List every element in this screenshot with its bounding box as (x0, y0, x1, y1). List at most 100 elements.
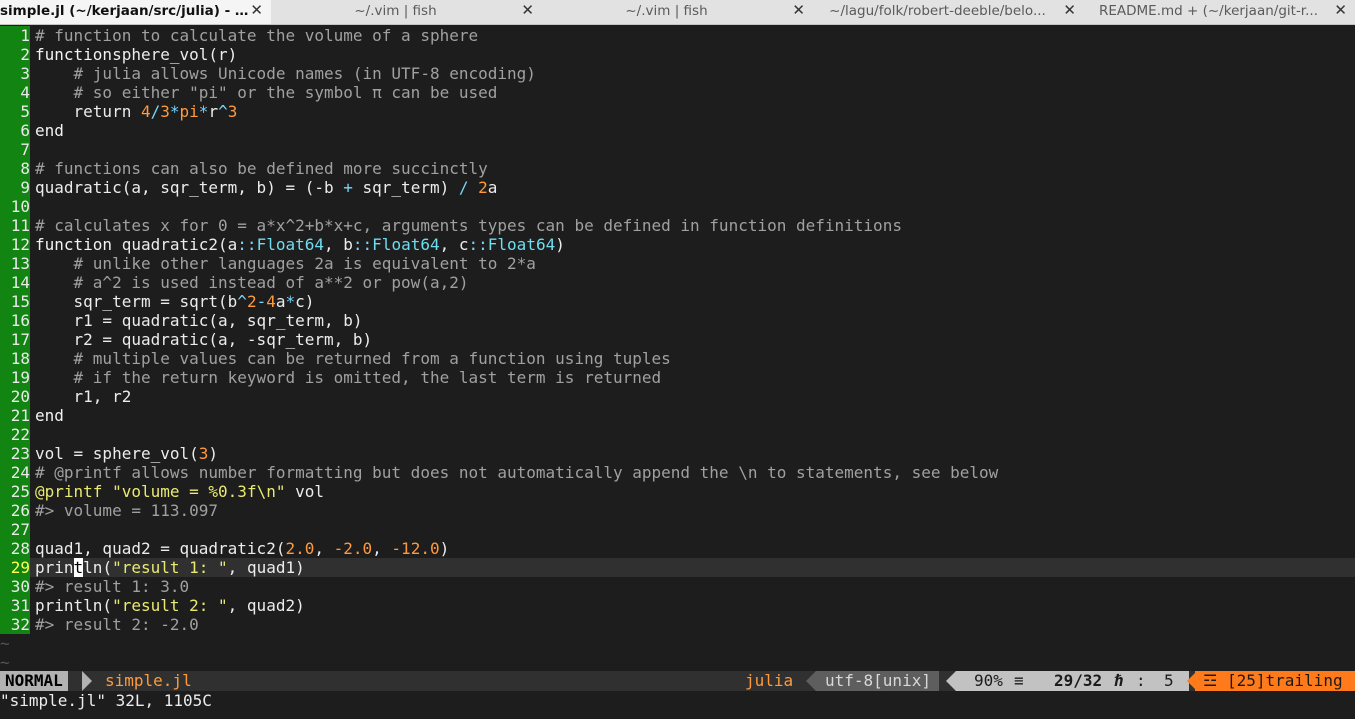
tab-4[interactable]: ~/lagu/folk/robert-deeble/belo... ✕ (813, 0, 1084, 24)
code-text: # @printf allows number formatting but d… (35, 463, 998, 482)
code-token: r1, r2 (35, 387, 132, 406)
code-token: # julia allows Unicode names (in UTF-8 e… (73, 64, 536, 83)
line-number: 32 (0, 615, 30, 634)
code-line[interactable]: 2 functionsphere_vol(r) (0, 45, 1355, 64)
code-line[interactable]: 13 # unlike other languages 2a is equiva… (0, 254, 1355, 273)
tab-2[interactable]: ~/.vim | fish ✕ (271, 0, 542, 24)
tab-title: ~/lagu/folk/robert-deeble/belo... (829, 3, 1046, 19)
code-token: r2 = quadratic(a, -sqr_term, b) (35, 330, 373, 349)
code-line[interactable]: 32 #> result 2: -2.0 (0, 615, 1355, 634)
code-token: - (256, 292, 267, 311)
line-number: 26 (0, 501, 30, 520)
code-token: Float64 (487, 235, 556, 254)
code-line[interactable]: 10 (0, 197, 1355, 216)
code-token: 4 (266, 292, 276, 311)
close-icon[interactable]: ✕ (1063, 1, 1076, 19)
code-token: sphere_vol(r) (112, 45, 238, 64)
code-token: 4 (140, 102, 151, 121)
tab-1[interactable]: simple.jl (~/kerjaan/src/julia) - ... ✕ (0, 0, 271, 24)
status-line: NORMAL simple.jl julia utf-8[unix] 90% ≡… (0, 671, 1355, 691)
code-line[interactable]: 15 sqr_term = sqrt(b^2-4a*c) (0, 292, 1355, 311)
powerline-separator (82, 671, 92, 691)
code-token: 3 (198, 444, 209, 463)
code-token: # a^2 is used instead of a**2 or pow(a,2… (73, 273, 469, 292)
line-number: 2 (0, 45, 30, 64)
line-number: 8 (0, 159, 30, 178)
code-line[interactable]: 3 # julia allows Unicode names (in UTF-8… (0, 64, 1355, 83)
code-text: return 4/3*pi*r^3 (35, 102, 238, 121)
close-icon[interactable]: ✕ (521, 1, 534, 19)
powerline-separator (806, 671, 816, 691)
code-token: , (314, 539, 334, 558)
line-number: 22 (0, 425, 30, 444)
command-line[interactable]: "simple.jl" 32L, 1105C (0, 691, 212, 711)
code-line[interactable]: 26 #> volume = 113.097 (0, 501, 1355, 520)
code-line[interactable]: 19 # if the return keyword is omitted, t… (0, 368, 1355, 387)
code-text: #> result 1: 3.0 (35, 577, 189, 596)
scroll-percent: 90% (974, 671, 1003, 690)
code-text: function quadratic2(a::Float64, b::Float… (35, 235, 565, 254)
code-line[interactable]: 22 (0, 425, 1355, 444)
code-token: #> volume = 113.097 (35, 501, 219, 520)
code-line[interactable]: 8 # functions can also be defined more su… (0, 159, 1355, 178)
tab-5[interactable]: README.md + (~/kerjaan/git-r... ✕ (1084, 0, 1355, 24)
code-token: , quad1) (227, 558, 305, 577)
code-token: + (343, 178, 353, 197)
close-icon[interactable]: ✕ (792, 1, 805, 19)
file-encoding: utf-8[unix] (816, 671, 939, 691)
code-line[interactable]: 17 r2 = quadratic(a, -sqr_term, b) (0, 330, 1355, 349)
code-token: function (35, 235, 113, 254)
empty-buffer-line: ~ (0, 653, 10, 672)
code-line[interactable]: 7 (0, 140, 1355, 159)
code-text: # unlike other languages 2a is equivalen… (35, 254, 536, 273)
code-line[interactable]: 23 vol = sphere_vol(3) (0, 444, 1355, 463)
code-token: a (275, 292, 286, 311)
code-token: Float64 (256, 235, 324, 254)
code-token: quadratic(a, sqr_term, b) = (-b (35, 178, 344, 197)
code-line[interactable]: 12 function quadratic2(a::Float64, b::Flo… (0, 235, 1355, 254)
code-token: / (458, 178, 469, 197)
code-token: :: (352, 235, 373, 254)
code-line[interactable]: 27 (0, 520, 1355, 539)
code-line[interactable]: 25 @printf "volume = %0.3f\n" vol (0, 482, 1355, 501)
code-line[interactable]: 4 # so either "pi" or the symbol π can b… (0, 83, 1355, 102)
code-text: quad1, quad2 = quadratic2(2.0, -2.0, -12… (35, 539, 449, 558)
code-token: sqr_term = sqrt(b (35, 292, 238, 311)
code-line[interactable]: 9 quadratic(a, sqr_term, b) = (-b + sqr_t… (0, 178, 1355, 197)
powerline-separator (946, 671, 956, 691)
file-name: simple.jl (105, 671, 192, 690)
code-token: return (35, 102, 141, 121)
code-text: sqr_term = sqrt(b^2-4a*c) (35, 292, 315, 311)
code-token: :: (468, 235, 488, 254)
close-icon[interactable]: ✕ (250, 1, 263, 19)
code-line[interactable]: 24 # @printf allows number formatting but… (0, 463, 1355, 482)
code-line[interactable]: 1 # function to calculate the volume of a… (0, 26, 1355, 45)
tab-3[interactable]: ~/.vim | fish ✕ (542, 0, 813, 24)
code-text: end (35, 406, 64, 425)
code-token: * (285, 292, 296, 311)
code-line[interactable]: 5 return 4/3*pi*r^3 (0, 102, 1355, 121)
code-line[interactable]: 11 # calculates x for 0 = a*x^2+b*x+c, ar… (0, 216, 1355, 235)
code-token: ln( (83, 558, 113, 577)
code-line[interactable]: 31 println("result 2: ", quad2) (0, 596, 1355, 615)
code-line[interactable]: 21 end (0, 406, 1355, 425)
line-number: 24 (0, 463, 30, 482)
editor[interactable]: 1 # function to calculate the volume of a… (0, 26, 1355, 672)
code-line[interactable]: 14 # a^2 is used instead of a**2 or pow(… (0, 273, 1355, 292)
close-icon[interactable]: ✕ (1334, 1, 1347, 19)
code-line[interactable]: 16 r1 = quadratic(a, sqr_term, b) (0, 311, 1355, 330)
code-line[interactable]: 29 println("result 1: ", quad1) (0, 558, 1355, 577)
code-token: * (169, 102, 180, 121)
tab-title: ~/.vim | fish (354, 3, 437, 19)
code-line[interactable]: 20 r1, r2 (0, 387, 1355, 406)
line-number: 18 (0, 349, 30, 368)
code-line[interactable]: 6 end (0, 121, 1355, 140)
mode-indicator: NORMAL (0, 671, 68, 691)
code-line[interactable]: 18 # multiple values can be returned fro… (0, 349, 1355, 368)
code-text: #> result 2: -2.0 (35, 615, 199, 634)
line-number: 25 (0, 482, 30, 501)
code-line[interactable]: 30 #> result 1: 3.0 (0, 577, 1355, 596)
code-line[interactable]: 28 quad1, quad2 = quadratic2(2.0, -2.0, -… (0, 539, 1355, 558)
position-separator: : (1136, 671, 1146, 690)
